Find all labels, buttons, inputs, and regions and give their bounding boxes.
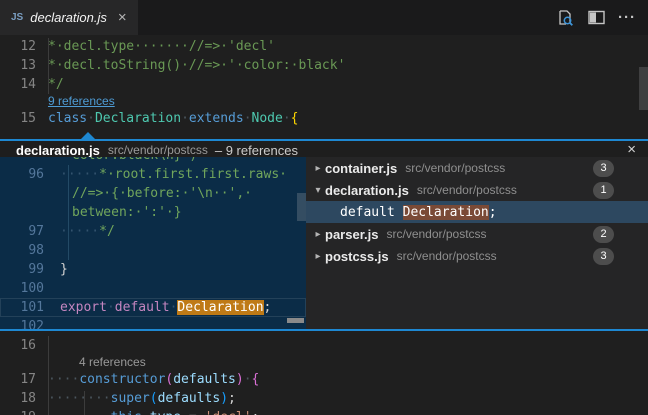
code-line: 96·····*·root.first.first.raws· — [0, 165, 306, 184]
code-line: 17····constructor(defaults)·{ — [0, 370, 648, 389]
code-line: 100 — [0, 279, 306, 298]
chevron-right-icon[interactable]: ▸ — [311, 251, 325, 262]
code-line: 19········this.type·=·'decl'; — [0, 408, 648, 415]
line-number: 18 — [0, 389, 36, 408]
file-name: container.js — [325, 161, 397, 176]
line-number: 14 — [0, 75, 36, 94]
line-number: 101 — [0, 298, 44, 317]
reference-count-badge: 1 — [593, 182, 614, 199]
code-line: 12*·decl.type·······//=>·'decl' — [0, 37, 648, 56]
peek-title: declaration.js — [16, 143, 100, 158]
reference-file-row[interactable]: ▸container.js src/vendor/postcss 3 — [306, 157, 648, 179]
line-number: 15 — [0, 109, 36, 128]
line-number: 98 — [0, 241, 44, 260]
references-list: ▸container.jssrc/vendor/postcss3▾declara… — [306, 157, 648, 329]
open-references-icon[interactable] — [554, 7, 576, 29]
code-line: 99} — [0, 260, 306, 279]
chevron-right-icon[interactable]: ▸ — [311, 229, 325, 240]
tab-title: declaration.js — [30, 10, 107, 25]
peek-title-path: src/vendor/postcss — [108, 143, 208, 157]
line-number — [0, 157, 44, 165]
reference-file-row[interactable]: ▾declaration.js src/vendor/postcss 1 — [306, 179, 648, 201]
peek-title-meta: – 9 references — [215, 143, 298, 158]
file-path: src/vendor/postcss — [417, 183, 517, 197]
reference-file-row[interactable]: ▸parser.js src/vendor/postcss 2 — [306, 223, 648, 245]
match-highlight: Declaration — [177, 300, 263, 315]
editor-actions: ··· — [554, 0, 648, 35]
match-highlight: Declaration — [403, 205, 489, 220]
editor-scrollbar[interactable] — [639, 67, 648, 110]
line-number: 96 — [0, 165, 44, 184]
peek-editor-scrollbar[interactable] — [297, 193, 306, 221]
split-editor-icon[interactable] — [585, 7, 607, 29]
peek-anchor-arrow — [80, 132, 96, 140]
indent-guide — [84, 391, 85, 415]
peek-editor[interactable]: color:black\n}')96·····*·root.first.firs… — [0, 157, 306, 329]
chevron-down-icon[interactable]: ▾ — [311, 185, 325, 196]
code-line: 101export·default·Declaration; — [0, 298, 306, 317]
tab-close-icon[interactable]: × — [118, 10, 127, 25]
codelens: 4 references — [0, 355, 648, 370]
editor-bottom[interactable]: 16 4 references17····constructor(defaults… — [0, 331, 648, 415]
more-actions-icon[interactable]: ··· — [616, 7, 638, 29]
file-name: declaration.js — [325, 183, 409, 198]
indent-guide — [68, 165, 69, 260]
file-path: src/vendor/postcss — [405, 161, 505, 175]
tab-declaration-js[interactable]: JS declaration.js × — [0, 0, 138, 35]
codelens[interactable]: 9 references — [0, 94, 648, 109]
code-line: 14*/ — [0, 75, 648, 94]
code-line: //=>·{·before:·'\n··',· — [0, 184, 306, 203]
code-line: 97·····*/ — [0, 222, 306, 241]
javascript-file-icon: JS — [11, 12, 23, 23]
codelens-label: 4 references — [79, 355, 146, 369]
file-path: src/vendor/postcss — [387, 227, 487, 241]
code-line: 18········super(defaults); — [0, 389, 648, 408]
code-line: between:·':'·} — [0, 203, 306, 222]
peek-header: declaration.js src/vendor/postcss – 9 re… — [0, 141, 648, 158]
file-name: parser.js — [325, 227, 379, 242]
code-line: color:black\n}') — [0, 157, 306, 165]
code-line: 13*·decl.toString()·//=>·'·color:·black' — [0, 56, 648, 75]
code-line: 15class·Declaration·extends·Node·{ — [0, 109, 648, 128]
code-line: 98 — [0, 241, 306, 260]
line-number: 99 — [0, 260, 44, 279]
line-number: 19 — [0, 408, 36, 415]
reference-row[interactable]: default Declaration; — [306, 201, 648, 223]
peek-close-icon[interactable]: × — [627, 143, 636, 157]
vscode-window: JS declaration.js × ··· — [0, 0, 648, 415]
line-number: 97 — [0, 222, 44, 241]
line-number — [0, 203, 44, 222]
reference-count-badge: 2 — [593, 226, 614, 243]
indent-guide — [48, 336, 49, 415]
line-number: 13 — [0, 56, 36, 75]
file-name: postcss.js — [325, 249, 389, 264]
reference-count-badge: 3 — [593, 160, 614, 177]
tab-bar: JS declaration.js × ··· — [0, 0, 648, 35]
reference-file-row[interactable]: ▸postcss.js src/vendor/postcss 3 — [306, 245, 648, 267]
line-number: 100 — [0, 279, 44, 298]
line-number: 102 — [0, 317, 44, 329]
line-number: 16 — [0, 336, 36, 355]
code-line: 102 — [0, 317, 306, 329]
peek-editor-hscrollbar[interactable] — [287, 318, 304, 323]
line-number: 12 — [0, 37, 36, 56]
line-number — [0, 184, 44, 203]
chevron-right-icon[interactable]: ▸ — [311, 163, 325, 174]
editor-top[interactable]: 12*·decl.type·······//=>·'decl'13*·decl.… — [0, 35, 648, 139]
codelens-label[interactable]: 9 references — [48, 94, 115, 108]
reference-count-badge: 3 — [593, 248, 614, 265]
peek-body: color:black\n}')96·····*·root.first.firs… — [0, 157, 648, 329]
line-number: 17 — [0, 370, 36, 389]
file-path: src/vendor/postcss — [397, 249, 497, 263]
indent-guide — [48, 38, 49, 94]
code-line: 16 — [0, 336, 648, 355]
